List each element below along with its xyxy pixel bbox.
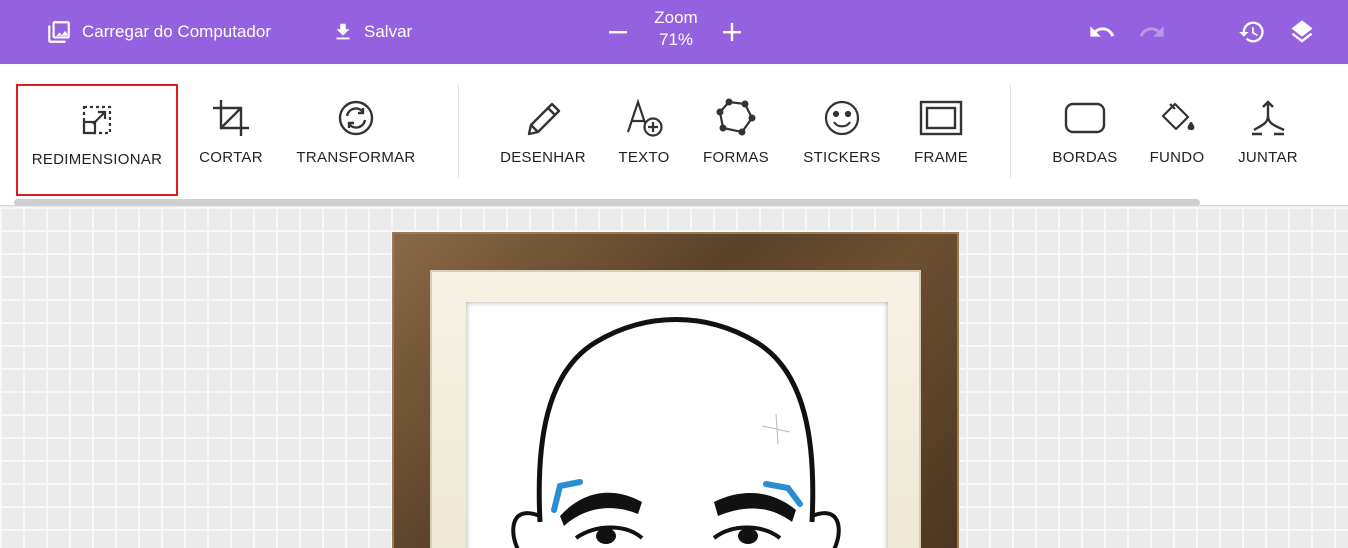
tool-resize[interactable]: REDIMENSIONAR	[16, 84, 178, 196]
zoom-value: 71%	[658, 30, 694, 49]
resize-icon	[82, 105, 112, 135]
save-button[interactable]: Salvar	[332, 0, 412, 64]
tool-crop[interactable]: CORTAR	[188, 84, 274, 196]
crop-icon	[213, 100, 249, 136]
download-icon	[336, 23, 350, 40]
tool-label: BORDAS	[1052, 149, 1118, 166]
history-icon[interactable]	[1238, 18, 1266, 46]
tool-transform[interactable]: TRANSFORMAR	[288, 84, 424, 196]
transform-icon	[338, 100, 374, 136]
layers-icon[interactable]	[1288, 18, 1316, 46]
tool-text[interactable]: TEXTO	[610, 84, 678, 196]
tool-background[interactable]: FUNDO	[1142, 84, 1212, 196]
minus-icon[interactable]	[606, 20, 630, 44]
redo-icon[interactable]	[1138, 18, 1166, 46]
tool-label: CORTAR	[199, 149, 263, 166]
tool-label: FORMAS	[703, 149, 769, 166]
rounded-rect-icon	[1064, 102, 1106, 134]
drawing-image[interactable]	[466, 302, 888, 548]
toolbar-separator	[1010, 84, 1011, 178]
tool-label: TRANSFORMAR	[296, 149, 416, 166]
frame-icon	[919, 100, 963, 136]
zoom-title: Zoom	[654, 8, 698, 27]
tool-stickers[interactable]: STICKERS	[796, 84, 888, 196]
tool-label: FUNDO	[1149, 149, 1205, 166]
tool-draw[interactable]: DESENHAR	[494, 84, 592, 196]
shapes-icon	[716, 98, 756, 136]
merge-icon	[1252, 100, 1285, 136]
pencil-icon	[527, 102, 561, 136]
image-icon	[48, 21, 70, 43]
tool-label: JUNTAR	[1238, 149, 1298, 166]
toolbar-separator	[458, 84, 459, 178]
upload-label: Carregar do Computador	[82, 22, 271, 41]
tool-label: DESENHAR	[500, 149, 586, 166]
tool-label: TEXTO	[618, 149, 670, 166]
tool-frame[interactable]: FRAME	[906, 84, 976, 196]
plus-icon[interactable]	[720, 20, 744, 44]
undo-icon[interactable]	[1088, 18, 1116, 46]
paint-bucket-icon	[1161, 102, 1195, 131]
upload-from-computer-button[interactable]: Carregar do Computador	[46, 0, 271, 64]
top-bar: Carregar do Computador Salvar Zoom 71%	[0, 0, 1348, 64]
tools-toolbar: REDIMENSIONAR CORTAR TRANSFORMAR DESENHA…	[0, 64, 1348, 206]
tool-label: STICKERS	[803, 149, 881, 166]
save-label: Salvar	[364, 22, 413, 41]
tool-label: REDIMENSIONAR	[31, 151, 163, 168]
text-add-icon	[626, 98, 663, 137]
tool-borders[interactable]: BORDAS	[1046, 84, 1124, 196]
bald-face-illustration	[511, 317, 841, 548]
tool-label: FRAME	[914, 149, 968, 166]
zoom-readout: Zoom 71%	[642, 7, 710, 51]
smiley-icon	[824, 100, 860, 136]
tool-merge[interactable]: JUNTAR	[1230, 84, 1306, 196]
zoom-control: Zoom 71%	[606, 0, 746, 64]
tool-shapes[interactable]: FORMAS	[696, 84, 776, 196]
toolbar-scrollbar[interactable]	[14, 199, 1200, 206]
